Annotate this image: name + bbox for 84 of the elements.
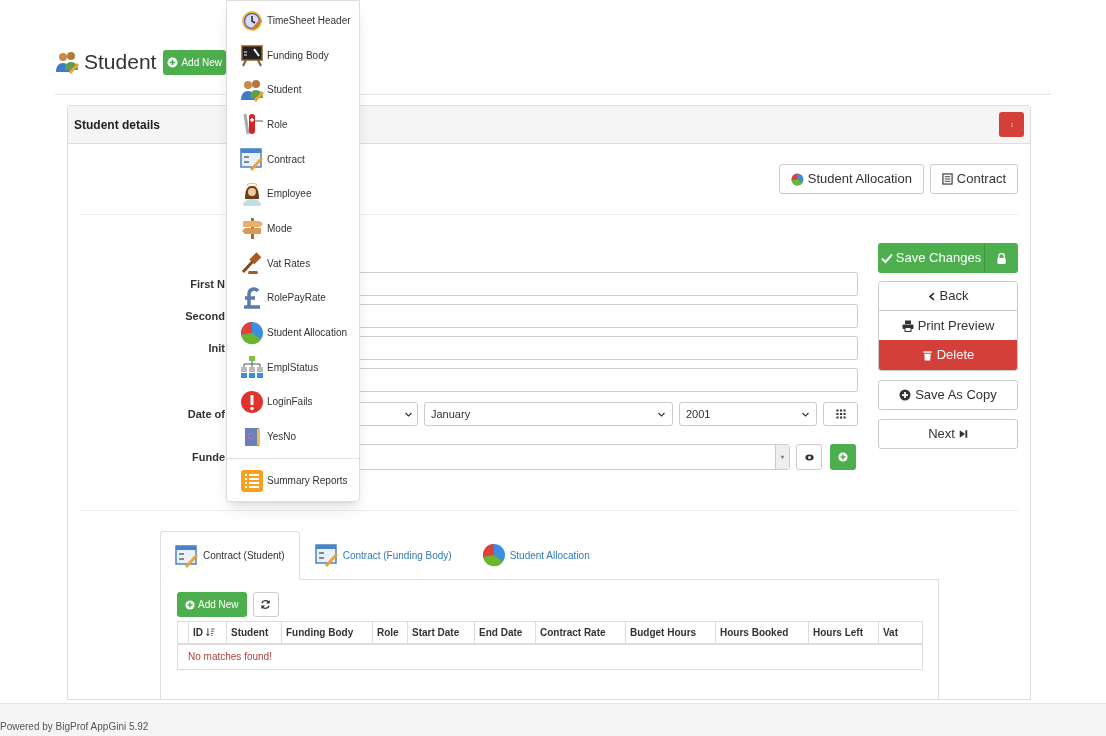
column-header[interactable]: Hours Left	[808, 621, 879, 644]
hierarchy-icon	[240, 355, 264, 380]
chevron-left-icon	[927, 290, 936, 302]
exclamation-icon	[240, 389, 264, 414]
year-value: 2001	[686, 406, 711, 422]
field-label: Funde	[191, 449, 225, 465]
list-icon	[941, 173, 953, 185]
chalkboard-icon	[240, 43, 264, 68]
view-button[interactable]	[796, 444, 822, 470]
menu-item[interactable]: Summary Reports	[227, 462, 359, 499]
grid-icon	[835, 409, 846, 419]
page-title: Student	[84, 49, 157, 75]
woman-icon	[240, 181, 264, 206]
column-header[interactable]: ID	[188, 621, 227, 644]
year-select[interactable]: 2001	[679, 402, 817, 426]
delete-button[interactable]: Delete	[879, 340, 1017, 370]
people-icon	[240, 77, 264, 102]
menu-item[interactable]: RolePayRate	[227, 280, 359, 316]
pie-chart-icon	[240, 320, 264, 345]
field-label: Date of	[186, 406, 225, 422]
form-icon	[240, 147, 264, 172]
plus-circle-icon	[167, 56, 179, 68]
lock-icon	[996, 251, 1007, 265]
save-as-copy-button[interactable]: Save As Copy	[878, 380, 1018, 410]
related-table-button[interactable]: Student Allocation	[778, 164, 924, 194]
people-icon	[55, 50, 79, 74]
field-label: Init	[207, 340, 225, 356]
skip-forward-icon	[958, 428, 968, 440]
sort-descending-icon	[205, 626, 215, 637]
pie-chart-icon	[790, 172, 804, 186]
column-header[interactable]: Contract Rate	[535, 621, 626, 644]
column-header[interactable]: Role	[372, 621, 408, 644]
menu-item[interactable]: Contract	[227, 141, 359, 177]
footer-text: Powered by BigProf AppGini 5.92	[0, 720, 149, 734]
column-header[interactable]: Student	[226, 621, 282, 644]
pie-chart-icon	[481, 543, 506, 567]
menu-item[interactable]: Student	[227, 72, 359, 108]
menu-item[interactable]: Mode	[227, 211, 359, 246]
more-options-button[interactable]	[999, 112, 1024, 137]
tab[interactable]: Student Allocation	[466, 531, 605, 579]
gavel-icon	[240, 251, 264, 276]
field-label: Second	[184, 308, 225, 324]
alarm-clock-icon	[240, 8, 264, 33]
next-button[interactable]: Next	[878, 419, 1018, 449]
check-icon	[880, 252, 893, 264]
refresh-button[interactable]	[252, 592, 279, 617]
field-label: First N	[189, 276, 225, 292]
column-header[interactable]: Start Date	[407, 621, 475, 644]
form-icon	[314, 543, 339, 567]
printer-icon	[901, 319, 914, 332]
menu-item[interactable]: EmplStatus	[227, 349, 359, 385]
plus-circle-icon	[838, 452, 848, 462]
refresh-icon	[260, 599, 272, 610]
column-header[interactable]: End Date	[474, 621, 536, 644]
panel-title: Student details	[74, 116, 160, 134]
signpost-icon	[240, 216, 264, 241]
menu-item[interactable]: YesNo	[227, 419, 359, 454]
plus-circle-icon	[899, 389, 912, 401]
column-header[interactable]: Budget Hours	[625, 621, 716, 644]
column-header[interactable]: Funding Body	[281, 621, 373, 644]
tab[interactable]: Contract (Student)	[160, 531, 300, 580]
trash-icon	[921, 348, 933, 362]
month-value: January	[431, 406, 471, 422]
calendar-button[interactable]	[823, 402, 858, 426]
related-table-button[interactable]: Contract	[929, 164, 1018, 194]
tab[interactable]: Contract (Funding Body)	[299, 531, 467, 579]
menu-item[interactable]: Funding Body	[227, 37, 359, 73]
month-select[interactable]: January	[424, 402, 673, 426]
menu-item[interactable]: Employee	[227, 176, 359, 212]
back-button[interactable]: Back	[879, 282, 1017, 311]
column-header[interactable]: Vat	[878, 621, 923, 644]
eye-icon	[803, 452, 815, 462]
menu-item[interactable]: LoginFails	[227, 384, 359, 420]
empty-message: No matches found!	[188, 651, 272, 663]
plus-circle-icon	[185, 599, 195, 610]
triangle-down-icon	[779, 454, 786, 460]
menu-item[interactable]: Role	[227, 107, 359, 142]
menu-item[interactable]: Vat Rates	[227, 245, 359, 281]
add-button[interactable]	[830, 444, 856, 470]
form-icon	[175, 543, 199, 568]
menu-item[interactable]: TimeSheet Header	[227, 3, 359, 38]
menu-item[interactable]: Student Allocation	[227, 315, 359, 350]
report-list-icon	[240, 468, 264, 493]
column-header[interactable]: Hours Booked	[715, 621, 809, 644]
